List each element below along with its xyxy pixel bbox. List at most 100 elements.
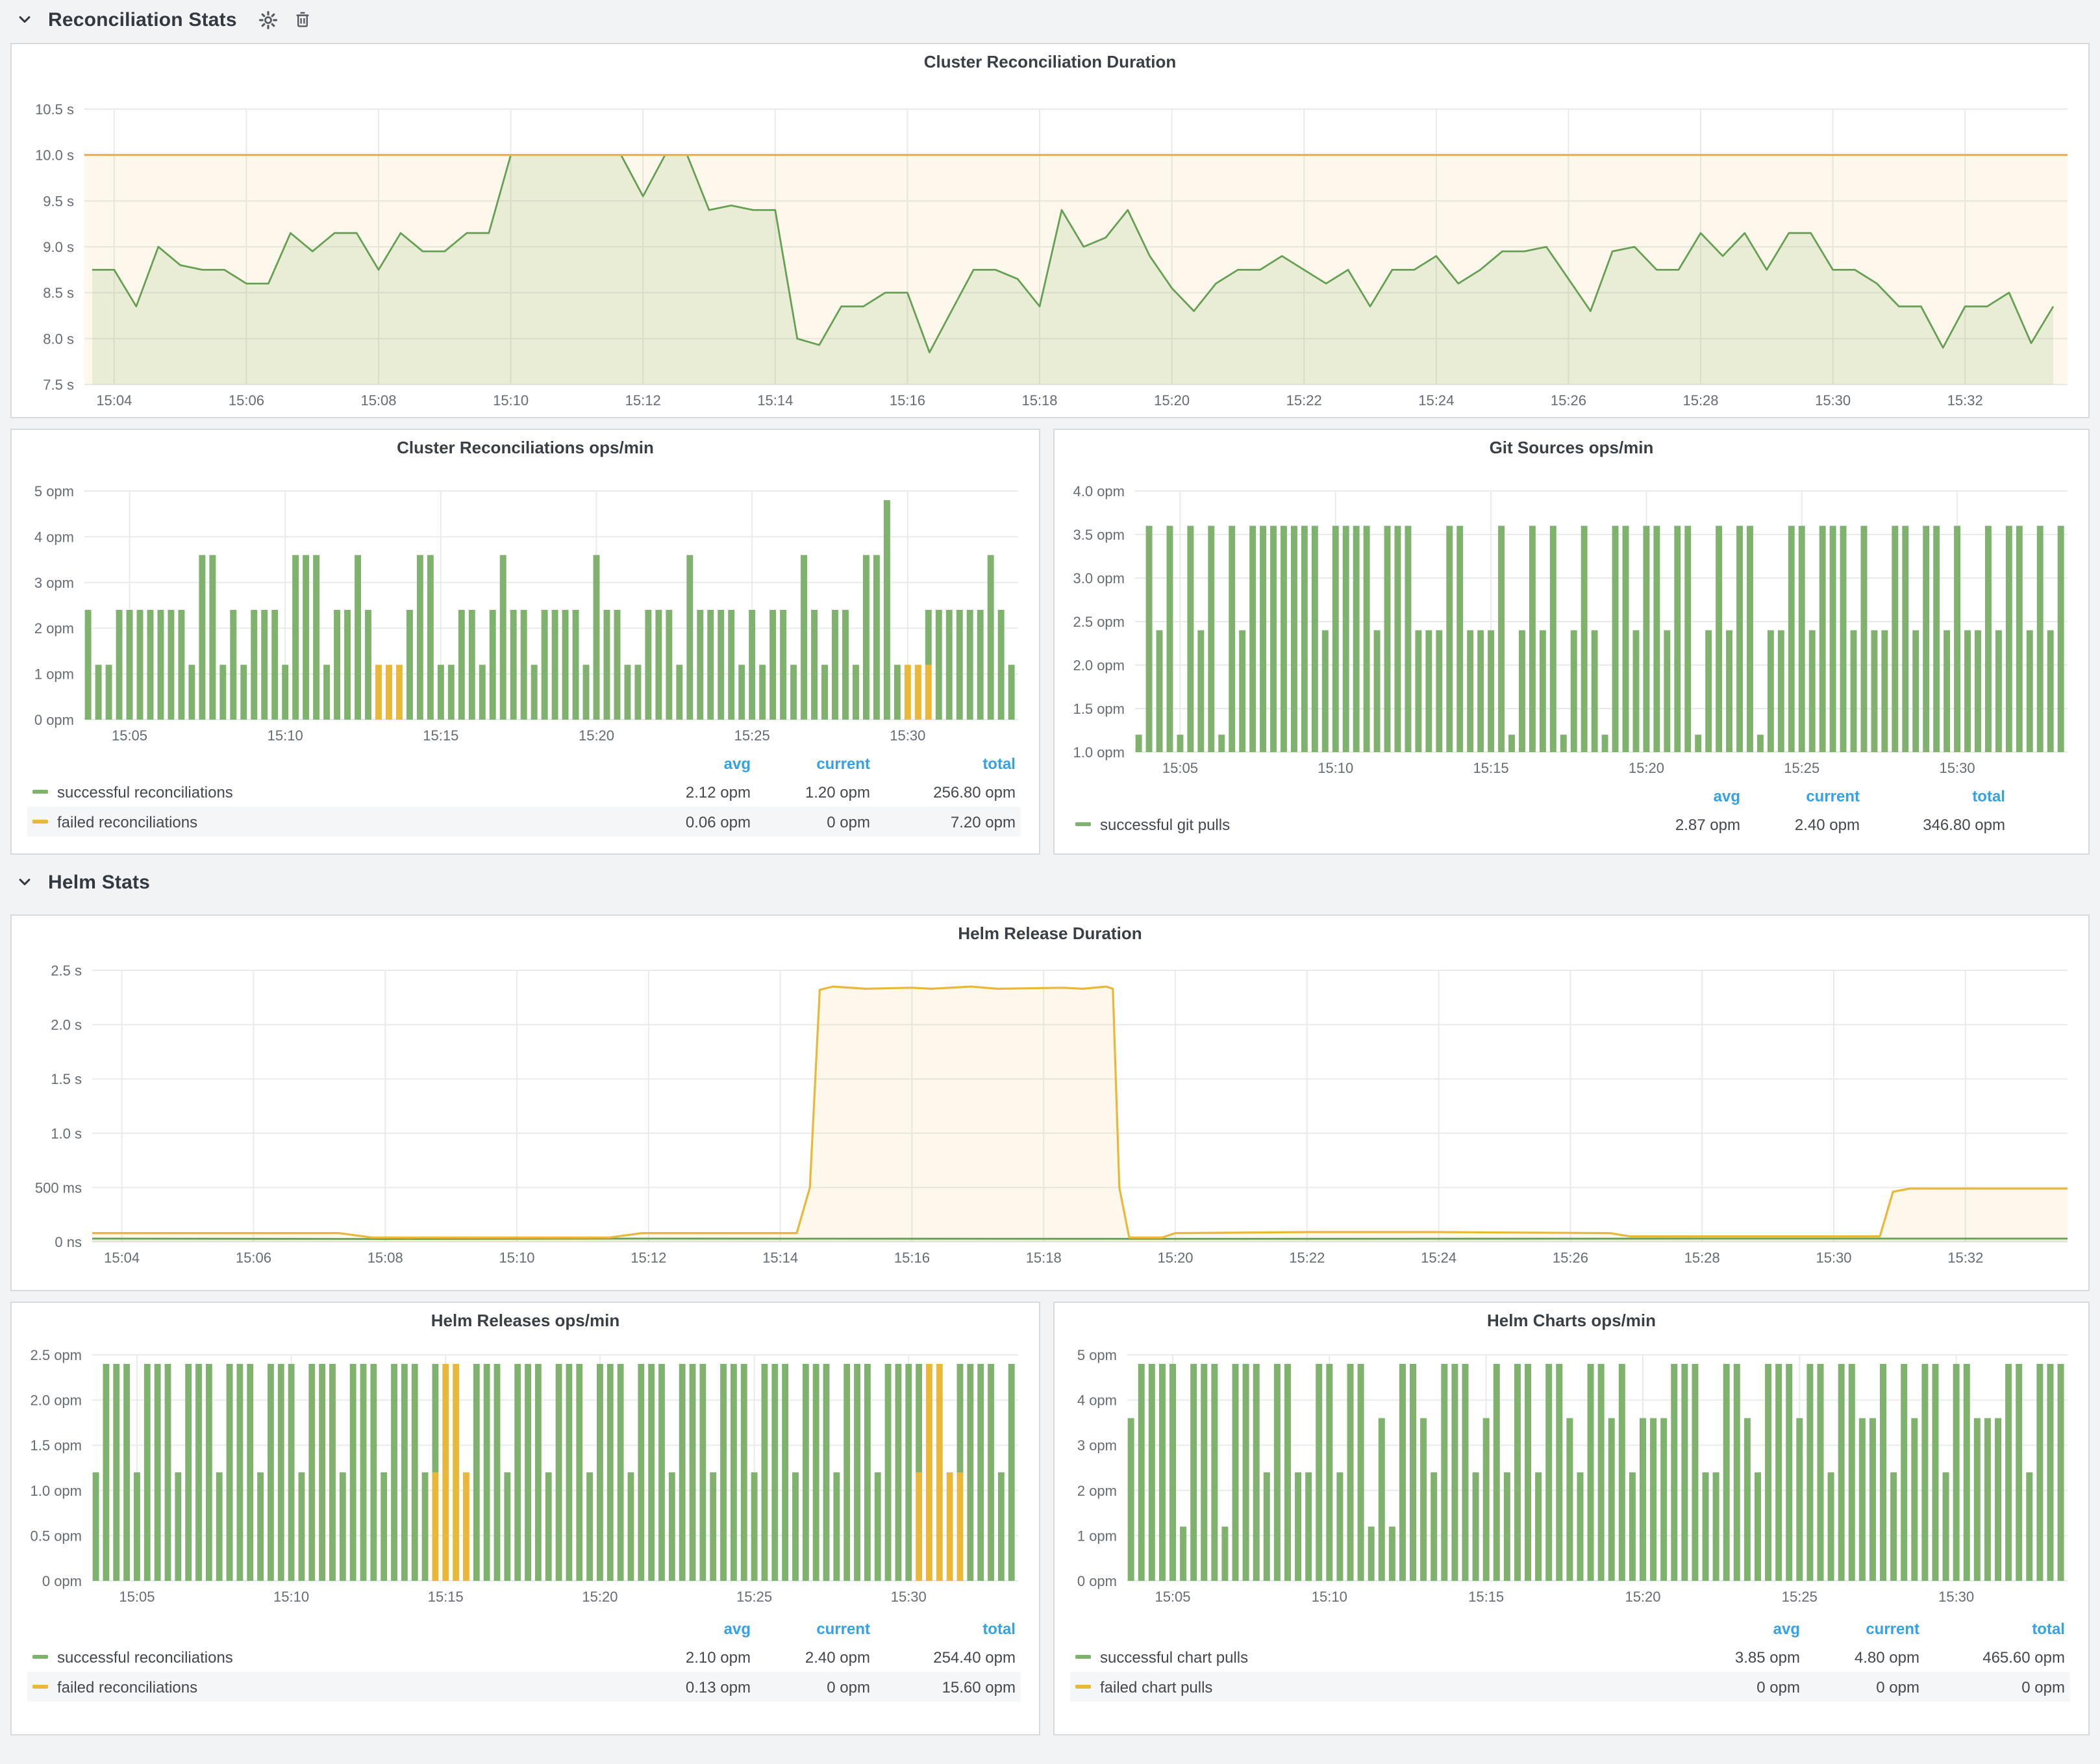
svg-text:15:04: 15:04 — [104, 1250, 140, 1266]
legend-header-avg[interactable]: avg — [634, 755, 751, 773]
svg-text:1.0 opm: 1.0 opm — [31, 1483, 82, 1499]
legend-series-toggle[interactable]: successful reconciliations — [32, 783, 634, 801]
legend-header-avg[interactable]: avg — [1623, 787, 1740, 805]
legend-current-value: 2.40 opm — [1740, 815, 1860, 833]
legend-row-failed: failed reconciliations 0.06 opm 0 opm 7.… — [27, 807, 1021, 837]
legend-header-avg[interactable]: avg — [1683, 1620, 1800, 1638]
svg-text:15:14: 15:14 — [757, 392, 793, 409]
svg-text:15:20: 15:20 — [1154, 392, 1190, 409]
legend-header-avg[interactable]: avg — [634, 1620, 751, 1638]
legend-header-total[interactable]: total — [1919, 1620, 2065, 1638]
svg-text:15:10: 15:10 — [1312, 1589, 1347, 1605]
panel-title[interactable]: Helm Charts ops/min — [1055, 1311, 2088, 1330]
series-color-dash — [32, 1685, 48, 1689]
legend-series-toggle[interactable]: failed chart pulls — [1075, 1678, 1683, 1696]
legend-header-total[interactable]: total — [870, 1620, 1016, 1638]
svg-text:15:24: 15:24 — [1421, 1250, 1456, 1266]
svg-text:15:24: 15:24 — [1418, 392, 1454, 409]
legend-series-toggle[interactable]: successful chart pulls — [1075, 1648, 1683, 1666]
svg-text:15:05: 15:05 — [112, 727, 147, 744]
svg-text:15:20: 15:20 — [582, 1589, 618, 1605]
svg-text:0 opm: 0 opm — [42, 1573, 82, 1589]
section-title[interactable]: Helm Stats — [48, 871, 150, 893]
panel-title[interactable]: Helm Releases ops/min — [12, 1311, 1039, 1330]
series-color-dash — [1075, 822, 1091, 826]
panel-helm-charts-ops: Helm Charts ops/min 15:05 15:10 15:15 15:20… — [1053, 1302, 2090, 1735]
gear-icon[interactable] — [256, 8, 280, 31]
svg-text:15:08: 15:08 — [368, 1250, 403, 1266]
legend-total-value: 0 opm — [1919, 1678, 2065, 1696]
svg-text:15:10: 15:10 — [499, 1250, 534, 1266]
svg-text:15:20: 15:20 — [1157, 1250, 1193, 1266]
legend-avg-value: 2.10 opm — [634, 1648, 751, 1666]
svg-text:15:22: 15:22 — [1286, 392, 1322, 409]
panel-title[interactable]: Git Sources ops/min — [1055, 438, 2088, 457]
svg-text:15:20: 15:20 — [1625, 1589, 1660, 1605]
svg-text:15:25: 15:25 — [1782, 1589, 1818, 1605]
svg-text:15:16: 15:16 — [890, 392, 925, 409]
legend-series-toggle[interactable]: successful git pulls — [1075, 815, 1623, 833]
svg-text:1.0 s: 1.0 s — [51, 1126, 82, 1142]
legend-avg-value: 3.85 opm — [1683, 1648, 1800, 1666]
panel-title[interactable]: Cluster Reconciliations ops/min — [12, 438, 1039, 457]
legend-header-total[interactable]: total — [870, 755, 1016, 773]
svg-text:15:26: 15:26 — [1551, 392, 1586, 409]
svg-text:3.5 opm: 3.5 opm — [1073, 527, 1125, 543]
svg-text:4 opm: 4 opm — [34, 529, 74, 545]
helm-release-duration-chart[interactable]: 15:0415:0615:0815:1015:1215:1415:1615:18… — [12, 916, 2088, 1290]
svg-text:9.5 s: 9.5 s — [43, 193, 74, 209]
section-title[interactable]: Reconciliation Stats — [48, 8, 237, 31]
svg-text:15:10: 15:10 — [1318, 760, 1353, 776]
svg-text:3.0 opm: 3.0 opm — [1073, 570, 1125, 586]
chevron-down-icon[interactable] — [13, 8, 36, 31]
legend-row-successful: successful git pulls 2.87 opm 2.40 opm 3… — [1070, 809, 2010, 839]
legend-current-value: 0 opm — [1800, 1678, 1919, 1696]
legend-current-value: 2.40 opm — [751, 1648, 870, 1666]
panel-cluster-reconciliation-duration: Cluster Reconciliation Duration 15:0415:… — [10, 43, 2090, 418]
chevron-down-icon[interactable] — [13, 870, 36, 894]
svg-text:15:16: 15:16 — [894, 1250, 930, 1266]
svg-text:15:15: 15:15 — [1473, 760, 1509, 776]
legend-header-total[interactable]: total — [1860, 787, 2005, 805]
legend-row-successful: successful reconciliations 2.10 opm 2.40… — [27, 1642, 1021, 1672]
legend-row-failed: failed reconciliations 0.13 opm 0 opm 15… — [27, 1672, 1021, 1702]
svg-text:5 opm: 5 opm — [34, 483, 74, 499]
svg-text:0 opm: 0 opm — [1077, 1573, 1117, 1589]
panel-title[interactable]: Helm Release Duration — [12, 924, 2088, 943]
section-header-reconciliation-stats[interactable]: Reconciliation Stats — [0, 0, 2100, 39]
svg-text:2.0 opm: 2.0 opm — [31, 1392, 82, 1409]
svg-text:15:15: 15:15 — [1468, 1589, 1504, 1605]
svg-text:15:25: 15:25 — [1784, 760, 1819, 776]
svg-text:0.5 opm: 0.5 opm — [31, 1528, 82, 1544]
svg-text:15:15: 15:15 — [423, 727, 458, 744]
svg-text:2 opm: 2 opm — [34, 620, 74, 636]
panel-title[interactable]: Cluster Reconciliation Duration — [12, 52, 2088, 71]
legend-avg-value: 0.06 opm — [634, 813, 751, 831]
panel-cluster-reconciliations-ops: Cluster Reconciliations ops/min 15:05 15:… — [10, 429, 1040, 855]
legend-avg-value: 0.13 opm — [634, 1678, 751, 1696]
legend-total-value: 15.60 opm — [870, 1678, 1016, 1696]
legend-header-current[interactable]: current — [1740, 787, 1860, 805]
legend-header-current[interactable]: current — [1800, 1620, 1919, 1638]
legend-avg-value: 2.12 opm — [634, 783, 751, 801]
section-header-helm-stats[interactable]: Helm Stats — [0, 863, 2100, 901]
legend-row-successful: successful chart pulls 3.85 opm 4.80 opm… — [1070, 1642, 2070, 1672]
legend-header-current[interactable]: current — [751, 1620, 870, 1638]
legend-series-toggle[interactable]: failed reconciliations — [32, 1678, 634, 1696]
legend: avg current total successful reconciliat… — [27, 1616, 1021, 1702]
legend-series-toggle[interactable]: failed reconciliations — [32, 813, 634, 831]
legend: avg current total successful chart pulls… — [1070, 1616, 2070, 1702]
trash-icon[interactable] — [292, 8, 315, 31]
svg-text:15:32: 15:32 — [1947, 1250, 1983, 1266]
series-color-dash — [32, 820, 48, 824]
svg-text:15:05: 15:05 — [1155, 1589, 1190, 1605]
svg-text:8.5 s: 8.5 s — [43, 285, 74, 301]
svg-text:15:30: 15:30 — [1938, 1589, 1974, 1605]
svg-text:15:30: 15:30 — [891, 1589, 927, 1605]
cluster-reconciliation-duration-chart[interactable]: 15:0415:0615:0815:1015:1215:1415:1615:18… — [12, 44, 2088, 417]
legend-current-value: 0 opm — [751, 1678, 870, 1696]
svg-text:0 ns: 0 ns — [55, 1234, 82, 1250]
legend-header-current[interactable]: current — [751, 755, 870, 773]
legend-current-value: 4.80 opm — [1800, 1648, 1919, 1666]
legend-series-toggle[interactable]: successful reconciliations — [32, 1648, 634, 1666]
